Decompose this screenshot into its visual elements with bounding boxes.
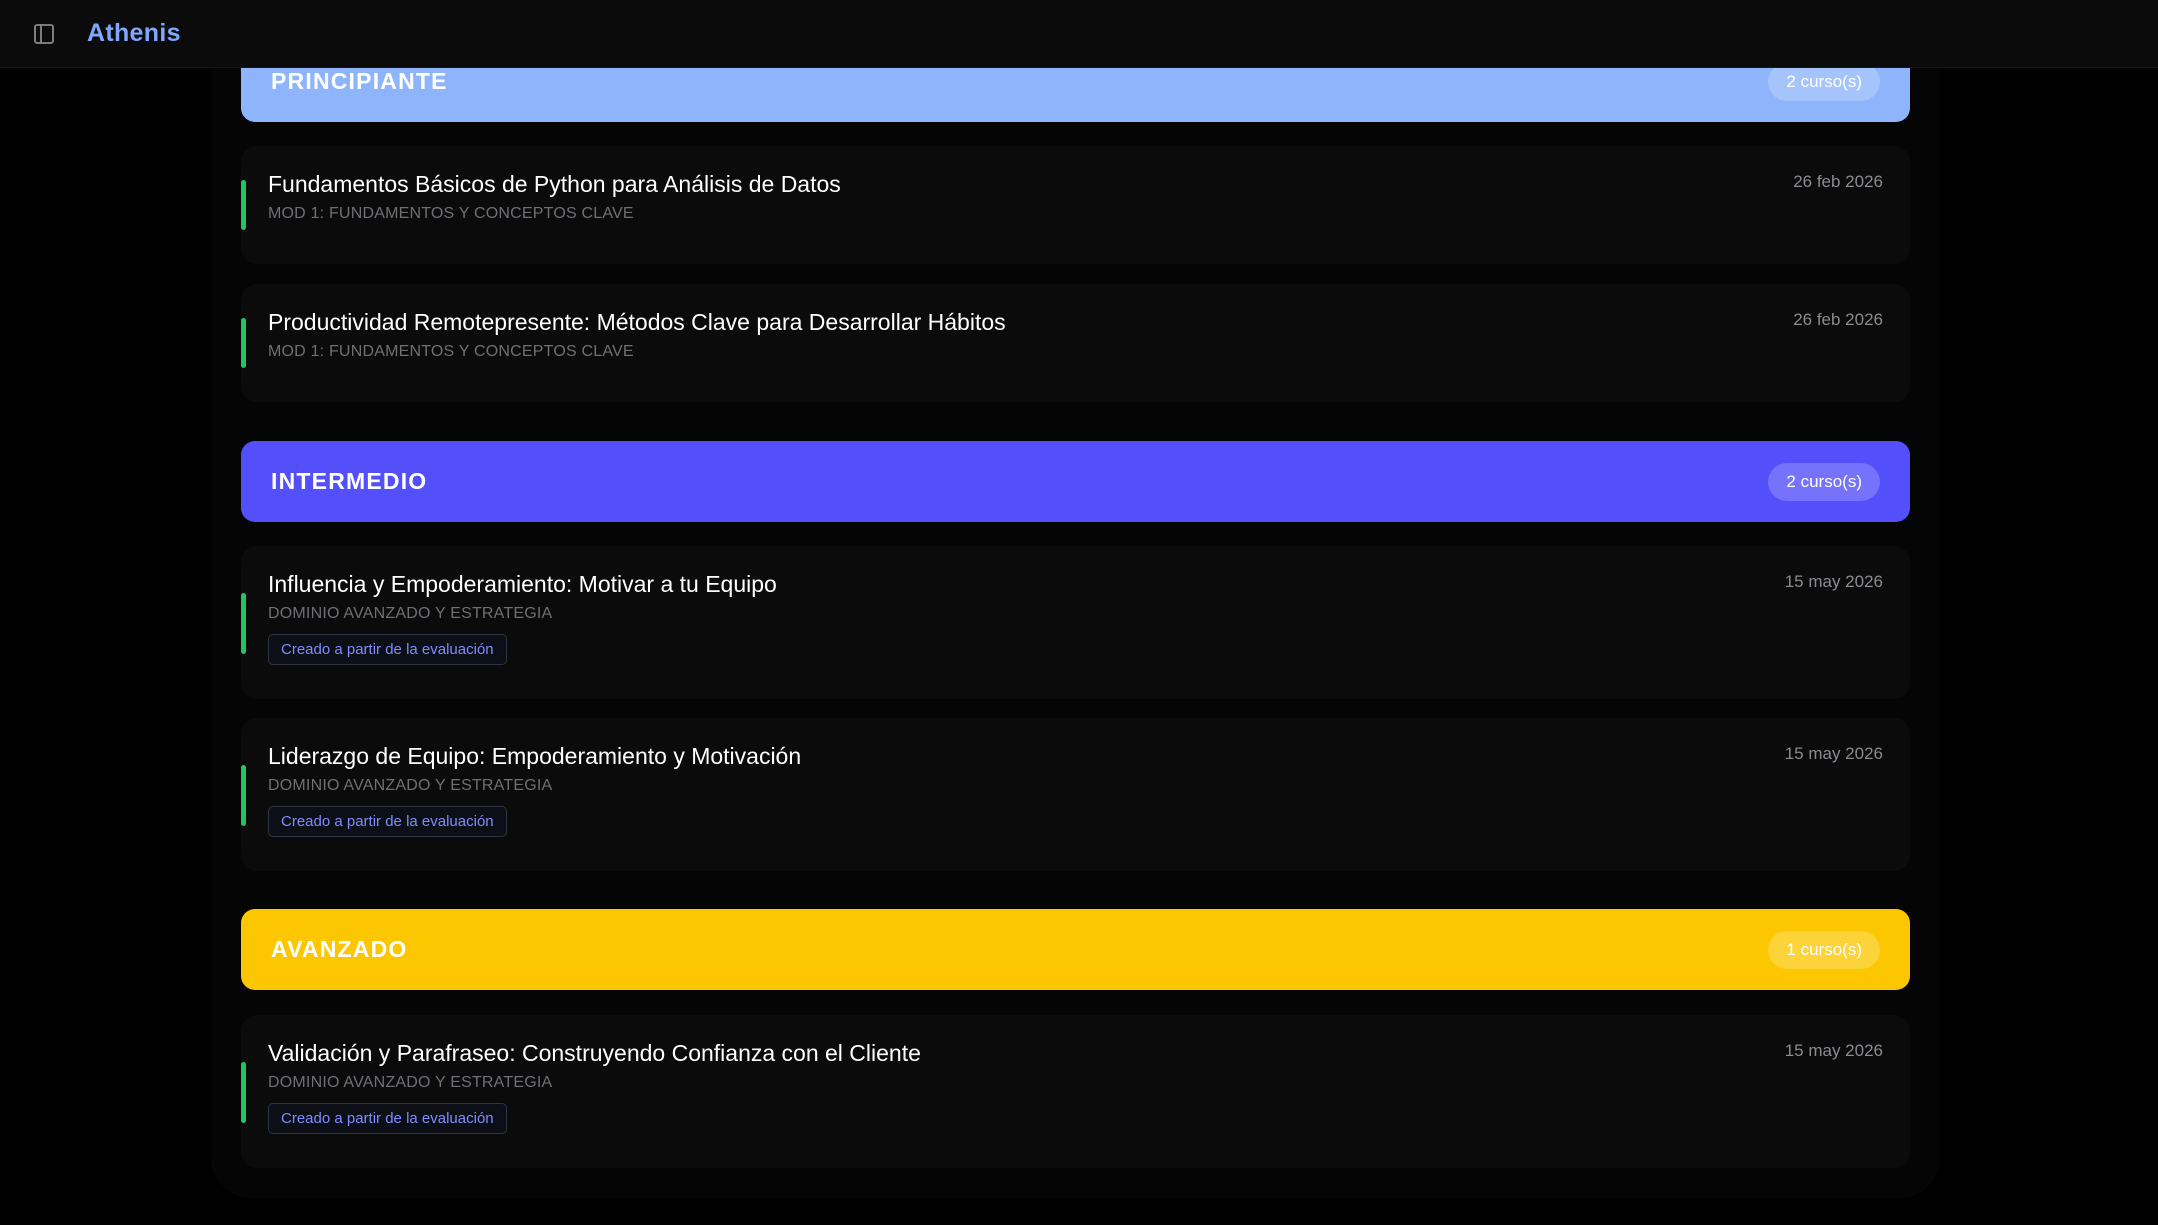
course-card[interactable]: Productividad Remotepresente: Métodos Cl… xyxy=(241,284,1910,402)
course-module: DOMINIO AVANZADO Y ESTRATEGIA xyxy=(268,605,553,622)
level-header-avanzado: AVANZADO 1 curso(s) xyxy=(241,909,1910,990)
course-date: 15 may 2026 xyxy=(1784,572,1883,591)
course-date: 26 feb 2026 xyxy=(1793,310,1883,329)
course-title[interactable]: Validación y Parafraseo: Construyendo Co… xyxy=(268,1040,921,1067)
origin-badge: Creado a partir de la evaluación xyxy=(268,806,507,837)
courses-panel: PRINCIPIANTE 2 curso(s) Fundamentos Bási… xyxy=(211,0,1940,1198)
course-title[interactable]: Productividad Remotepresente: Métodos Cl… xyxy=(268,309,1006,336)
course-module: DOMINIO AVANZADO Y ESTRATEGIA xyxy=(268,777,553,794)
course-card[interactable]: Validación y Parafraseo: Construyendo Co… xyxy=(241,1015,1910,1168)
level-count-badge: 2 curso(s) xyxy=(1768,62,1880,101)
course-date: 15 may 2026 xyxy=(1784,744,1883,763)
course-date: 26 feb 2026 xyxy=(1793,172,1883,191)
level-title: PRINCIPIANTE xyxy=(271,68,448,94)
level-count-badge: 2 curso(s) xyxy=(1768,462,1880,501)
top-bar: Athenis xyxy=(0,0,2158,68)
level-count-badge: 1 curso(s) xyxy=(1768,930,1880,969)
course-title[interactable]: Influencia y Empoderamiento: Motivar a t… xyxy=(268,571,777,598)
brand-title[interactable]: Athenis xyxy=(87,19,181,48)
course-title[interactable]: Liderazgo de Equipo: Empoderamiento y Mo… xyxy=(268,743,801,770)
course-accent-bar xyxy=(241,593,246,654)
course-module: MOD 1: FUNDAMENTOS Y CONCEPTOS CLAVE xyxy=(268,205,634,222)
level-title: AVANZADO xyxy=(271,936,408,962)
level-title: INTERMEDIO xyxy=(271,468,428,494)
sidebar-toggle-icon[interactable] xyxy=(29,19,59,49)
course-card[interactable]: Influencia y Empoderamiento: Motivar a t… xyxy=(241,546,1910,699)
course-card[interactable]: Liderazgo de Equipo: Empoderamiento y Mo… xyxy=(241,718,1910,871)
course-module: MOD 1: FUNDAMENTOS Y CONCEPTOS CLAVE xyxy=(268,343,634,360)
course-accent-bar xyxy=(241,180,246,230)
course-module: DOMINIO AVANZADO Y ESTRATEGIA xyxy=(268,1074,553,1091)
course-title[interactable]: Fundamentos Básicos de Python para Análi… xyxy=(268,171,841,198)
level-header-intermedio: INTERMEDIO 2 curso(s) xyxy=(241,441,1910,522)
course-accent-bar xyxy=(241,318,246,368)
course-card[interactable]: Fundamentos Básicos de Python para Análi… xyxy=(241,146,1910,264)
course-accent-bar xyxy=(241,765,246,826)
course-accent-bar xyxy=(241,1062,246,1123)
course-date: 15 may 2026 xyxy=(1784,1041,1883,1060)
origin-badge: Creado a partir de la evaluación xyxy=(268,634,507,665)
origin-badge: Creado a partir de la evaluación xyxy=(268,1103,507,1134)
